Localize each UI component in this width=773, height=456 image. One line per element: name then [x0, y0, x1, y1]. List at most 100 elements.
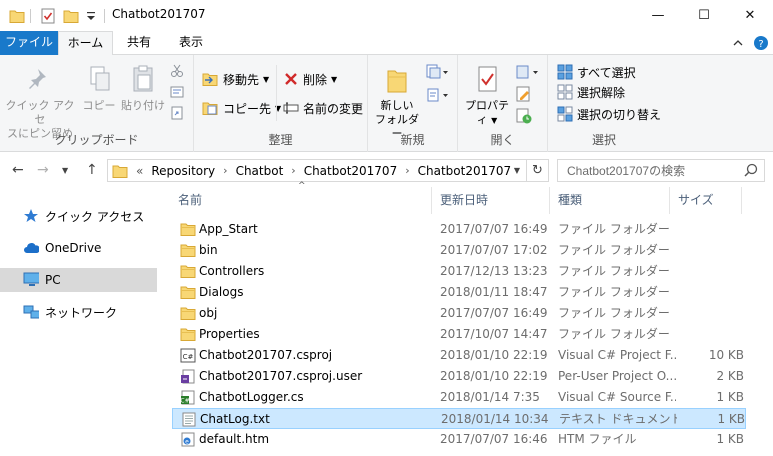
breadcrumb-chatbot[interactable]: Chatbot — [236, 164, 284, 178]
paste-shortcut-icon[interactable] — [170, 106, 184, 120]
file-name: Properties — [199, 327, 260, 341]
invert-selection-button[interactable]: 選択の切り替え — [557, 104, 661, 124]
folder-icon — [9, 10, 25, 23]
file-row[interactable]: e default.htm 2017/07/07 16:46 HTM ファイル 1 KB — [172, 429, 746, 450]
properties-button[interactable]: プロパティ ▼ — [460, 65, 514, 128]
paste-icon — [133, 65, 153, 92]
svg-text:C#: C# — [183, 353, 194, 361]
minimize-button[interactable]: — — [635, 0, 681, 31]
column-header-name[interactable]: 名前 — [170, 187, 432, 214]
file-size: 1 KB — [716, 432, 744, 446]
copy-button[interactable]: コピー — [80, 65, 118, 113]
folder-icon — [180, 327, 196, 342]
expand-ribbon-icon[interactable] — [733, 39, 743, 47]
breadcrumb-separator-icon[interactable]: › — [405, 164, 409, 177]
help-icon[interactable]: ? — [753, 35, 769, 51]
address-toolbar: ← → ▼ ↑ « Repository › Chatbot › Chatbot… — [0, 153, 773, 187]
properties-icon[interactable] — [40, 8, 56, 24]
select-all-button[interactable]: すべて選択 — [557, 62, 636, 82]
open-icon[interactable] — [516, 64, 540, 80]
address-bar[interactable]: « Repository › Chatbot › Chatbot201707 ›… — [107, 159, 527, 182]
user-file-icon — [180, 369, 196, 384]
breadcrumb-repository[interactable]: Repository — [151, 164, 215, 178]
edit-icon[interactable] — [516, 86, 532, 102]
delete-button[interactable]: 削除 ▼ — [283, 69, 337, 89]
breadcrumb-separator-icon[interactable]: › — [223, 164, 227, 177]
breadcrumb-separator-icon[interactable]: › — [291, 164, 295, 177]
folder-icon — [180, 264, 196, 279]
nav-item-label: PC — [45, 273, 61, 287]
file-date: 2018/01/10 22:19 — [440, 369, 548, 383]
file-row[interactable]: Properties 2017/10/07 14:47 ファイル フォルダー — [172, 324, 746, 345]
file-row[interactable]: ChatLog.txt 2018/01/14 10:34 テキスト ドキュメント 1 … — [172, 408, 746, 429]
select-none-button[interactable]: 選択解除 — [557, 82, 625, 102]
back-button[interactable]: ← — [12, 162, 24, 178]
rename-icon — [283, 102, 299, 114]
file-list: ^ 名前 更新日時 種類 サイズ App_Start 2017/07/07 16:… — [170, 181, 773, 456]
search-icon[interactable] — [744, 163, 758, 177]
recent-locations-button[interactable]: ▼ — [62, 166, 68, 175]
new-folder-button[interactable]: 新しい フォルダー — [372, 65, 422, 141]
file-type: Per-User Project O... — [558, 369, 676, 383]
new-item-icon[interactable] — [426, 64, 450, 80]
refresh-button[interactable]: ↻ — [527, 159, 549, 182]
navigation-pane: クイック アクセス OneDrive PC ネットワーク — [0, 187, 157, 456]
tab-share[interactable]: 共有 — [116, 31, 162, 55]
file-row[interactable]: bin 2017/07/07 17:02 ファイル フォルダー — [172, 240, 746, 261]
new-folder-icon[interactable] — [63, 8, 79, 24]
close-button[interactable]: ✕ — [727, 0, 773, 31]
htm-file-icon: e — [180, 432, 196, 447]
tab-file[interactable]: ファイル — [0, 31, 58, 55]
copy-to-button[interactable]: コピー先 ▼ — [202, 98, 281, 118]
column-header-size[interactable]: サイズ — [670, 187, 742, 214]
pin-to-quick-access-button[interactable]: クイック アクセ スにピン留め — [4, 65, 76, 141]
copy-path-icon[interactable] — [170, 86, 184, 98]
breadcrumb-chatbot201707-current[interactable]: Chatbot201707 — [418, 164, 512, 178]
csproj-icon: C# — [180, 348, 196, 363]
forward-button[interactable]: → — [37, 162, 49, 178]
delete-icon — [285, 73, 297, 85]
file-row[interactable]: Chatbot201707.csproj.user 2018/01/10 22:1… — [172, 366, 746, 387]
cloud-icon — [23, 240, 39, 256]
up-button[interactable]: ↑ — [86, 162, 98, 178]
svg-text:C#: C# — [180, 398, 189, 405]
nav-item-onedrive[interactable]: OneDrive — [0, 236, 157, 260]
customize-quick-access-icon[interactable] — [86, 8, 96, 24]
move-to-button[interactable]: 移動先 ▼ — [202, 69, 269, 89]
file-row[interactable]: Dialogs 2018/01/11 18:47 ファイル フォルダー — [172, 282, 746, 303]
file-row[interactable]: C# ChatbotLogger.cs 2018/01/14 7:35 Visual … — [172, 387, 746, 408]
cut-icon[interactable] — [170, 64, 184, 78]
dropdown-arrow-icon: ▼ — [331, 74, 338, 84]
title-bar: Chatbot201707 — ☐ ✕ — [0, 0, 773, 31]
paste-button[interactable]: 貼り付け — [119, 65, 167, 113]
star-icon — [23, 208, 39, 224]
file-row[interactable]: obj 2017/07/07 16:49 ファイル フォルダー — [172, 303, 746, 324]
cs-file-icon: C# — [180, 390, 196, 405]
file-row[interactable]: Controllers 2017/12/13 13:23 ファイル フォルダー — [172, 261, 746, 282]
chevron-down-icon: ▼ — [62, 166, 69, 175]
file-row[interactable]: C# Chatbot201707.csproj 2018/01/10 22:19 Vi… — [172, 345, 746, 366]
easy-access-icon[interactable] — [426, 87, 450, 103]
file-size — [672, 261, 744, 282]
nav-item-network[interactable]: ネットワーク — [0, 300, 157, 324]
tab-view[interactable]: 表示 — [166, 31, 216, 55]
rename-button[interactable]: 名前の変更 — [283, 98, 363, 118]
tab-home[interactable]: ホーム — [58, 31, 113, 56]
file-size: 1 KB — [717, 412, 745, 426]
search-input[interactable] — [557, 159, 765, 182]
paste-label: 貼り付け — [121, 99, 165, 112]
file-row[interactable]: App_Start 2017/07/07 16:49 ファイル フォルダー — [172, 219, 746, 240]
nav-item-quick-access[interactable]: クイック アクセス — [0, 204, 157, 228]
column-header-type[interactable]: 種類 — [550, 187, 670, 214]
overflow-breadcrumb[interactable]: « — [136, 164, 143, 178]
nav-item-label: クイック アクセス — [45, 209, 145, 224]
column-header-date[interactable]: 更新日時 — [432, 187, 550, 214]
file-size — [672, 240, 744, 261]
new-group-label: 新規 — [400, 133, 425, 147]
nav-item-pc[interactable]: PC — [0, 268, 157, 292]
history-icon[interactable] — [516, 108, 532, 124]
file-date: 2017/07/07 16:49 — [440, 306, 548, 320]
address-history-icon[interactable]: ▼ — [514, 166, 520, 175]
breadcrumb-chatbot201707[interactable]: Chatbot201707 — [304, 164, 398, 178]
maximize-button[interactable]: ☐ — [681, 0, 727, 31]
